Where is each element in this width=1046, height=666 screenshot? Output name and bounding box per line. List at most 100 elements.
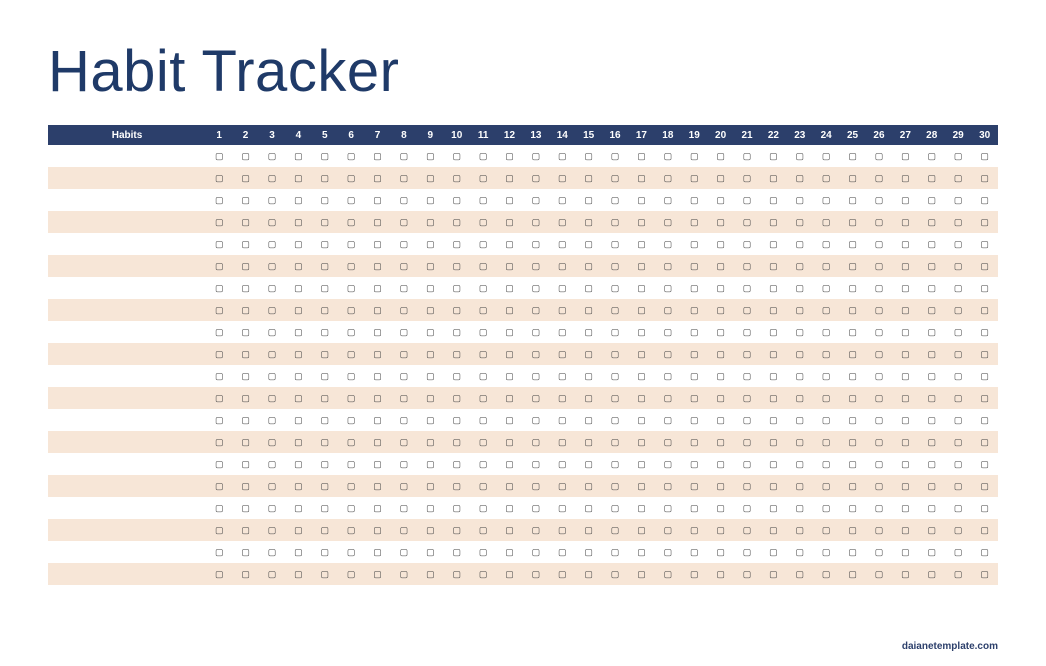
checkbox-cell[interactable]: ▢ (760, 233, 786, 255)
checkbox-cell[interactable]: ▢ (655, 255, 681, 277)
checkbox-cell[interactable]: ▢ (945, 541, 971, 563)
checkbox-cell[interactable]: ▢ (496, 233, 522, 255)
checkbox-cell[interactable]: ▢ (338, 211, 364, 233)
checkbox-cell[interactable]: ▢ (734, 431, 760, 453)
checkbox-cell[interactable]: ▢ (813, 233, 839, 255)
checkbox-cell[interactable]: ▢ (787, 563, 813, 585)
checkbox-cell[interactable]: ▢ (681, 563, 707, 585)
checkbox-cell[interactable]: ▢ (734, 453, 760, 475)
checkbox-cell[interactable]: ▢ (338, 299, 364, 321)
checkbox-cell[interactable]: ▢ (496, 563, 522, 585)
checkbox-cell[interactable]: ▢ (971, 343, 998, 365)
checkbox-cell[interactable]: ▢ (971, 563, 998, 585)
checkbox-cell[interactable]: ▢ (206, 409, 232, 431)
checkbox-cell[interactable]: ▢ (760, 541, 786, 563)
checkbox-cell[interactable]: ▢ (892, 431, 918, 453)
checkbox-cell[interactable]: ▢ (206, 211, 232, 233)
checkbox-cell[interactable]: ▢ (575, 277, 601, 299)
checkbox-cell[interactable]: ▢ (391, 519, 417, 541)
checkbox-cell[interactable]: ▢ (681, 497, 707, 519)
checkbox-cell[interactable]: ▢ (417, 299, 443, 321)
checkbox-cell[interactable]: ▢ (575, 167, 601, 189)
checkbox-cell[interactable]: ▢ (285, 497, 311, 519)
checkbox-cell[interactable]: ▢ (364, 497, 390, 519)
checkbox-cell[interactable]: ▢ (312, 189, 338, 211)
checkbox-cell[interactable]: ▢ (628, 365, 654, 387)
checkbox-cell[interactable]: ▢ (285, 453, 311, 475)
checkbox-cell[interactable]: ▢ (312, 211, 338, 233)
checkbox-cell[interactable]: ▢ (892, 189, 918, 211)
checkbox-cell[interactable]: ▢ (707, 321, 733, 343)
checkbox-cell[interactable]: ▢ (364, 233, 390, 255)
checkbox-cell[interactable]: ▢ (391, 277, 417, 299)
checkbox-cell[interactable]: ▢ (839, 563, 865, 585)
checkbox-cell[interactable]: ▢ (919, 189, 945, 211)
checkbox-cell[interactable]: ▢ (496, 453, 522, 475)
checkbox-cell[interactable]: ▢ (760, 497, 786, 519)
checkbox-cell[interactable]: ▢ (417, 563, 443, 585)
checkbox-cell[interactable]: ▢ (945, 277, 971, 299)
checkbox-cell[interactable]: ▢ (285, 519, 311, 541)
checkbox-cell[interactable]: ▢ (760, 255, 786, 277)
checkbox-cell[interactable]: ▢ (391, 409, 417, 431)
checkbox-cell[interactable]: ▢ (707, 233, 733, 255)
habit-name-cell[interactable] (48, 387, 206, 409)
checkbox-cell[interactable]: ▢ (813, 189, 839, 211)
checkbox-cell[interactable]: ▢ (681, 387, 707, 409)
checkbox-cell[interactable]: ▢ (259, 255, 285, 277)
checkbox-cell[interactable]: ▢ (232, 321, 258, 343)
checkbox-cell[interactable]: ▢ (866, 145, 892, 167)
checkbox-cell[interactable]: ▢ (575, 299, 601, 321)
checkbox-cell[interactable]: ▢ (496, 343, 522, 365)
checkbox-cell[interactable]: ▢ (285, 343, 311, 365)
checkbox-cell[interactable]: ▢ (575, 145, 601, 167)
checkbox-cell[interactable]: ▢ (312, 299, 338, 321)
checkbox-cell[interactable]: ▢ (232, 409, 258, 431)
checkbox-cell[interactable]: ▢ (681, 365, 707, 387)
checkbox-cell[interactable]: ▢ (707, 211, 733, 233)
checkbox-cell[interactable]: ▢ (919, 343, 945, 365)
checkbox-cell[interactable]: ▢ (919, 365, 945, 387)
checkbox-cell[interactable]: ▢ (391, 255, 417, 277)
checkbox-cell[interactable]: ▢ (892, 343, 918, 365)
checkbox-cell[interactable]: ▢ (707, 343, 733, 365)
checkbox-cell[interactable]: ▢ (523, 541, 549, 563)
checkbox-cell[interactable]: ▢ (734, 145, 760, 167)
checkbox-cell[interactable]: ▢ (628, 277, 654, 299)
checkbox-cell[interactable]: ▢ (892, 519, 918, 541)
checkbox-cell[interactable]: ▢ (971, 211, 998, 233)
checkbox-cell[interactable]: ▢ (285, 299, 311, 321)
checkbox-cell[interactable]: ▢ (628, 453, 654, 475)
checkbox-cell[interactable]: ▢ (549, 277, 575, 299)
checkbox-cell[interactable]: ▢ (259, 365, 285, 387)
checkbox-cell[interactable]: ▢ (813, 431, 839, 453)
checkbox-cell[interactable]: ▢ (285, 277, 311, 299)
checkbox-cell[interactable]: ▢ (338, 497, 364, 519)
checkbox-cell[interactable]: ▢ (338, 255, 364, 277)
checkbox-cell[interactable]: ▢ (707, 475, 733, 497)
checkbox-cell[interactable]: ▢ (787, 387, 813, 409)
checkbox-cell[interactable]: ▢ (470, 211, 496, 233)
checkbox-cell[interactable]: ▢ (206, 453, 232, 475)
checkbox-cell[interactable]: ▢ (312, 497, 338, 519)
checkbox-cell[interactable]: ▢ (285, 431, 311, 453)
checkbox-cell[interactable]: ▢ (206, 343, 232, 365)
checkbox-cell[interactable]: ▢ (681, 255, 707, 277)
checkbox-cell[interactable]: ▢ (232, 431, 258, 453)
checkbox-cell[interactable]: ▢ (338, 387, 364, 409)
checkbox-cell[interactable]: ▢ (945, 167, 971, 189)
checkbox-cell[interactable]: ▢ (760, 343, 786, 365)
checkbox-cell[interactable]: ▢ (312, 519, 338, 541)
checkbox-cell[interactable]: ▢ (866, 475, 892, 497)
checkbox-cell[interactable]: ▢ (839, 453, 865, 475)
checkbox-cell[interactable]: ▢ (206, 189, 232, 211)
checkbox-cell[interactable]: ▢ (206, 475, 232, 497)
checkbox-cell[interactable]: ▢ (523, 299, 549, 321)
checkbox-cell[interactable]: ▢ (655, 299, 681, 321)
checkbox-cell[interactable]: ▢ (338, 563, 364, 585)
checkbox-cell[interactable]: ▢ (206, 519, 232, 541)
checkbox-cell[interactable]: ▢ (945, 475, 971, 497)
checkbox-cell[interactable]: ▢ (628, 431, 654, 453)
checkbox-cell[interactable]: ▢ (919, 255, 945, 277)
checkbox-cell[interactable]: ▢ (602, 211, 628, 233)
